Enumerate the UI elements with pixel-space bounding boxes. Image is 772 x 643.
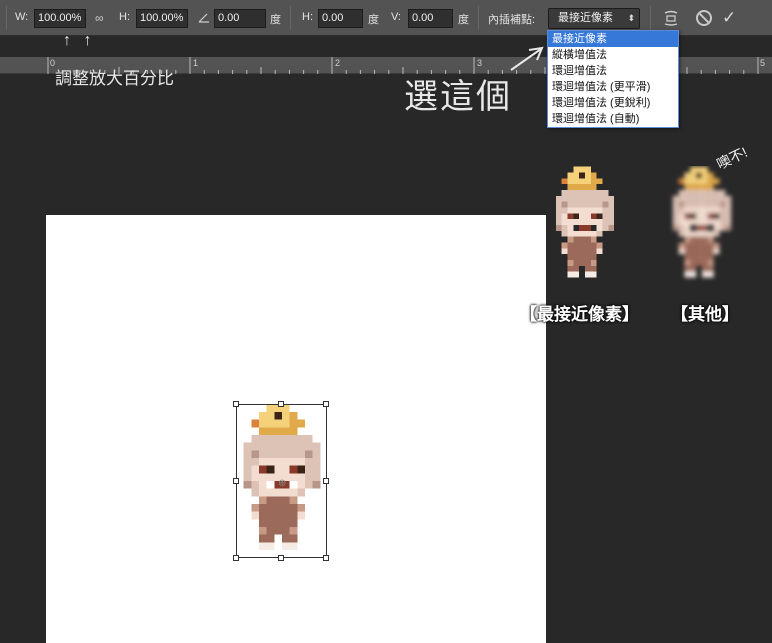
pick-hint-text: 選這個 <box>404 78 512 116</box>
zoom-hint-text: 調整放大百分比 <box>55 69 174 88</box>
divider <box>290 6 291 30</box>
annotation-arrow-icon <box>510 46 544 71</box>
interpolation-label: 內插補點: <box>488 14 536 26</box>
reference-point-icon[interactable]: ⊕ <box>278 478 286 489</box>
caption-other-methods: 【其他】 <box>671 305 739 324</box>
skew-v-unit: 度 <box>458 14 469 26</box>
interpolation-select-value: 最接近像素 <box>558 12 613 24</box>
ruler-label: 5 <box>760 58 766 68</box>
photoshop-window: W: 100.00% ∞ H: 100.00% 0.00 度 H: 0.00 度… <box>0 0 772 643</box>
divider <box>6 6 7 30</box>
width-label: W: <box>15 11 29 23</box>
angle-icon <box>198 13 209 23</box>
divider <box>478 6 479 30</box>
sprite-blurred-example <box>672 166 732 278</box>
transform-handle[interactable] <box>278 555 284 561</box>
skew-v-input[interactable]: 0.00 <box>408 9 453 28</box>
cancel-icon[interactable] <box>696 10 712 26</box>
caption-nearest-neighbor: 【最接近像素】 <box>520 305 639 324</box>
skew-h-unit: 度 <box>368 14 379 26</box>
zoom-hint-arrows: ↑ ↑ <box>63 32 96 49</box>
angle-unit: 度 <box>270 14 281 26</box>
menu-item-nearest-neighbor[interactable]: 最接近像素 <box>548 31 678 47</box>
chevron-updown-icon: ⬍ <box>627 13 635 23</box>
transform-handle[interactable] <box>233 401 239 407</box>
menu-item-bicubic-sharper[interactable]: 環迴增值法 (更銳利) <box>548 95 678 111</box>
rotate-angle-input[interactable]: 0.00 <box>214 9 266 28</box>
menu-item-bilinear[interactable]: 縱橫增值法 <box>548 47 678 63</box>
skew-h-label: H: <box>302 11 313 23</box>
ruler-label: 3 <box>477 58 483 68</box>
height-label: H: <box>119 11 130 23</box>
menu-item-bicubic-automatic[interactable]: 環迴增值法 (自動) <box>548 111 678 127</box>
menu-item-bicubic[interactable]: 環迴增值法 <box>548 63 678 79</box>
height-input[interactable]: 100.00% <box>136 9 188 28</box>
width-input[interactable]: 100.00% <box>34 9 86 28</box>
interpolation-select[interactable]: 最接近像素 ⬍ <box>548 8 640 29</box>
transform-handle[interactable] <box>323 478 329 484</box>
divider <box>650 6 651 30</box>
transform-handle[interactable] <box>233 555 239 561</box>
interpolation-menu: 最接近像素 縱橫增值法 環迴增值法 環迴增值法 (更平滑) 環迴增值法 (更銳利… <box>547 30 679 128</box>
transform-handle[interactable] <box>233 478 239 484</box>
skew-h-input[interactable]: 0.00 <box>318 9 363 28</box>
ruler-label: 2 <box>335 58 341 68</box>
warp-mode-icon[interactable] <box>662 9 680 27</box>
menu-item-bicubic-smoother[interactable]: 環迴增值法 (更平滑) <box>548 79 678 95</box>
transform-handle[interactable] <box>323 401 329 407</box>
sprite-nearest-neighbor-example <box>555 166 615 278</box>
zoom-hint-annotation: ↑ ↑ 調整放大百分比 <box>55 32 174 89</box>
skew-v-label: V: <box>391 11 401 23</box>
pick-this-annotation: 選這個 <box>404 69 512 118</box>
chain-link-icon[interactable]: ∞ <box>95 12 109 24</box>
ruler-label: 1 <box>193 58 199 68</box>
transform-handle[interactable] <box>278 401 284 407</box>
check-icon[interactable]: ✓ <box>722 8 736 28</box>
transform-handle[interactable] <box>323 555 329 561</box>
